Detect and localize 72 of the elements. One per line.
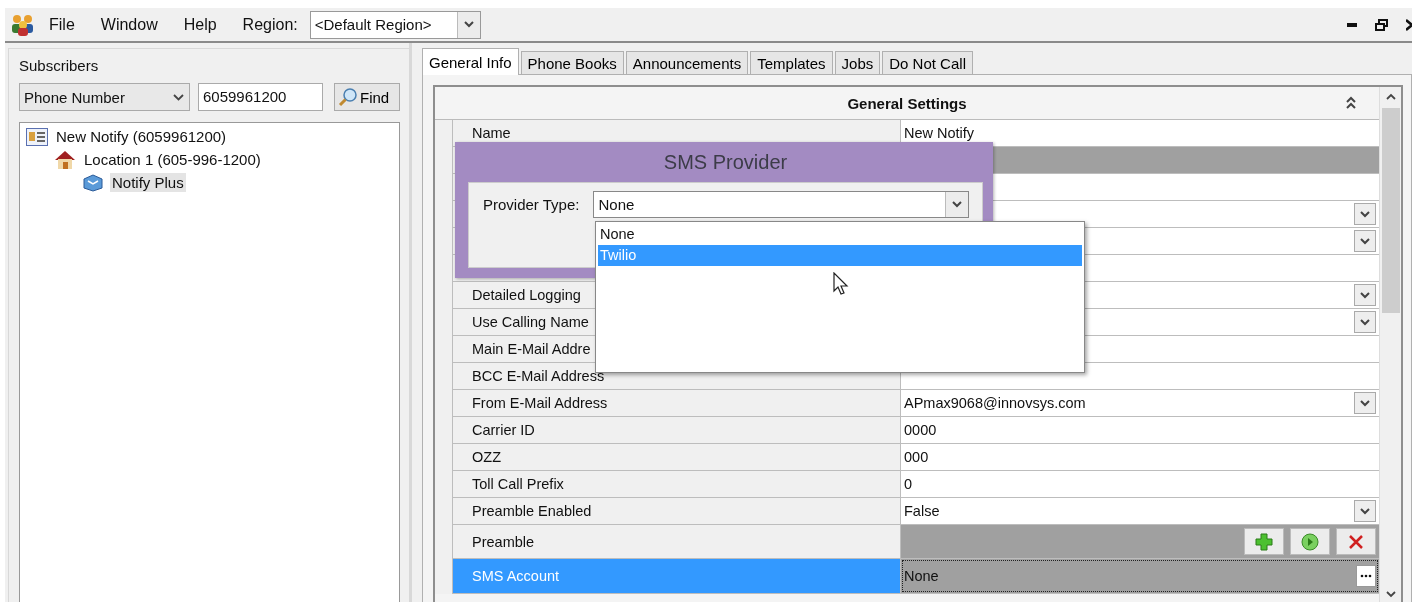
dropdown-button[interactable] — [1354, 392, 1376, 414]
tree-item[interactable]: New Notify (6059961200) — [54, 127, 229, 146]
section-title: General Settings — [847, 94, 967, 112]
dropdown-button[interactable] — [1354, 230, 1376, 252]
region-label: Region: — [242, 15, 298, 34]
dropdown-button[interactable] — [1354, 284, 1376, 306]
chevron-down-icon — [463, 21, 474, 28]
property-name[interactable]: Preamble Enabled — [452, 498, 901, 524]
delete-button[interactable] — [1336, 528, 1376, 555]
contact-card-icon — [26, 127, 48, 146]
property-value[interactable]: New Notify — [901, 120, 1379, 146]
property-value[interactable]: 000 — [901, 444, 1379, 470]
tab[interactable]: Templates — [750, 51, 833, 74]
search-by-dropdown[interactable]: Phone Number — [19, 83, 190, 111]
tree-item[interactable]: Location 1 (605-996-1200) — [82, 150, 263, 169]
group-title: Subscribers — [19, 57, 100, 74]
tab[interactable]: General Info — [422, 48, 519, 75]
tab[interactable]: Announcements — [625, 51, 749, 74]
add-button[interactable] — [1244, 528, 1284, 555]
provider-type-dropdown[interactable]: None — [593, 191, 970, 218]
chevron-down-icon — [1360, 237, 1370, 245]
dialog-title: SMS Provider — [663, 150, 788, 174]
property-name[interactable]: From E-Mail Address — [452, 390, 901, 416]
play-icon — [1301, 532, 1319, 551]
chevron-down-icon — [1360, 291, 1370, 299]
property-name[interactable]: OZZ — [452, 444, 901, 470]
chevron-down-icon — [952, 201, 963, 208]
find-button[interactable]: Find — [334, 83, 400, 111]
tab[interactable]: Do Not Call — [882, 51, 973, 74]
chevron-down-icon — [1360, 399, 1370, 407]
property-value[interactable]: False — [901, 498, 1379, 524]
menu-item[interactable]: Window — [100, 15, 158, 34]
restore-icon[interactable] — [1375, 18, 1388, 31]
chevron-down-icon[interactable] — [1385, 591, 1396, 598]
search-field[interactable]: 6059961200 — [198, 83, 323, 111]
box-icon — [82, 173, 104, 192]
dropdown-button[interactable] — [1354, 203, 1376, 225]
region-dropdown[interactable]: <Default Region> — [309, 10, 481, 39]
ellipsis-icon — [1360, 574, 1372, 578]
property-name[interactable]: Preamble — [452, 525, 901, 558]
more-button[interactable] — [1356, 565, 1376, 587]
minimize-icon[interactable] — [1347, 22, 1357, 27]
chevron-up-icon[interactable] — [1385, 93, 1396, 100]
property-name[interactable]: Toll Call Prefix — [452, 471, 901, 497]
dropdown-option[interactable]: None — [598, 224, 1082, 245]
menu-item[interactable]: File — [49, 15, 75, 34]
magnifier-icon — [338, 87, 358, 107]
chevron-down-icon — [172, 93, 184, 101]
dropdown-button[interactable] — [1354, 500, 1376, 522]
collapse-icon[interactable] — [1345, 96, 1357, 110]
chevron-down-icon — [1360, 318, 1370, 326]
field-label: Provider Type: — [483, 196, 580, 213]
chevron-down-icon — [1360, 210, 1370, 218]
scrollbar[interactable] — [1379, 87, 1401, 602]
tab[interactable]: Phone Books — [520, 51, 624, 74]
property-value[interactable]: 0 — [901, 471, 1379, 497]
tree-item[interactable]: Notify Plus — [110, 173, 186, 192]
property-value[interactable]: APmax9068@innovsys.com — [901, 390, 1379, 416]
chevron-down-icon — [1360, 507, 1370, 515]
property-name[interactable]: Carrier ID — [452, 417, 901, 443]
delete-icon — [1348, 533, 1364, 550]
menu-item[interactable]: Help — [183, 15, 217, 34]
people-icon — [11, 13, 35, 36]
cursor-icon — [833, 272, 849, 296]
house-icon — [54, 149, 76, 170]
plus-icon — [1255, 532, 1273, 551]
close-icon[interactable] — [1406, 18, 1412, 31]
property-value[interactable]: None — [901, 559, 1379, 593]
property-value[interactable]: 0000 — [901, 417, 1379, 443]
play-button[interactable] — [1290, 528, 1330, 555]
tab[interactable]: Jobs — [834, 51, 881, 74]
dropdown-button[interactable] — [1354, 311, 1376, 333]
